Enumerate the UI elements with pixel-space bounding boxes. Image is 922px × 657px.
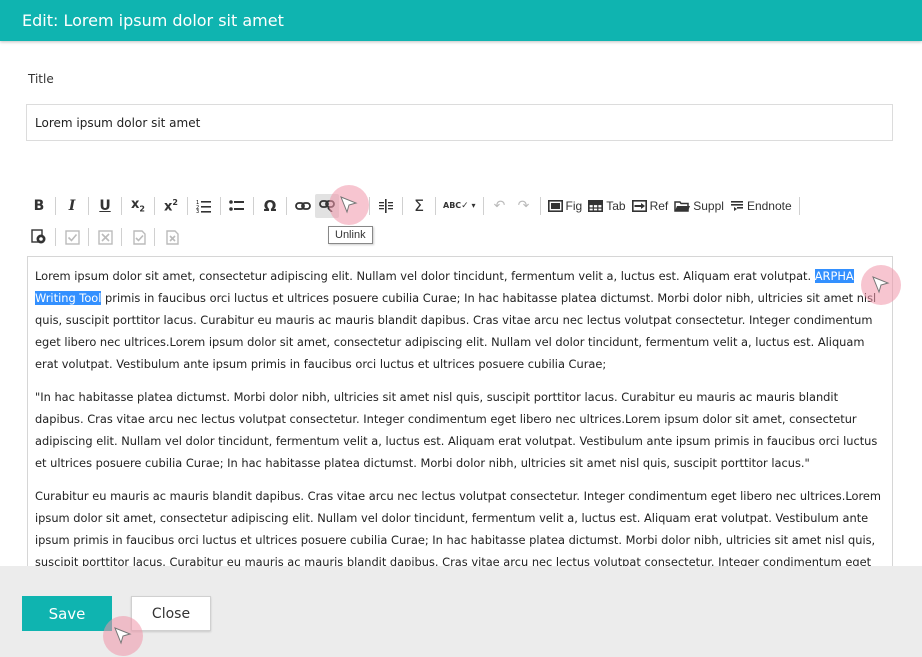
special-character-button[interactable]: Ω <box>258 194 282 218</box>
toolbar-separator <box>435 197 436 215</box>
undo-button[interactable]: ↶ <box>488 194 512 218</box>
spellcheck-button[interactable]: ABC✓ ▾ <box>440 194 479 218</box>
unlink-tooltip: Unlink <box>328 226 373 244</box>
omega-icon: Ω <box>263 196 277 215</box>
suppl-label: Suppl <box>693 199 724 213</box>
endnote-icon <box>730 201 743 211</box>
underline-button[interactable]: U <box>93 194 117 218</box>
toolbar-row-1: B I U x2 x2 123 Ω Σ ABC✓ ▾ ↶ ↷ Fig Tab R… <box>27 193 804 219</box>
toolbar-separator <box>88 228 89 246</box>
subscript-button[interactable]: x2 <box>126 194 150 218</box>
save-button[interactable]: Save <box>22 596 112 631</box>
bold-icon: B <box>33 198 45 214</box>
table-icon <box>588 200 604 212</box>
fig-label: Fig <box>565 199 583 213</box>
editor-paragraph: "In hac habitasse platea dictumst. Morbi… <box>35 390 878 470</box>
track-changes-icon <box>31 229 46 244</box>
accept-change-button[interactable] <box>60 225 84 249</box>
toolbar-separator <box>88 197 89 215</box>
spellcheck-icon: ABC✓ ▾ <box>443 200 476 211</box>
toolbar-separator <box>55 228 56 246</box>
accept-icon <box>64 229 80 245</box>
cursor-arrow-icon <box>114 627 132 645</box>
reference-icon <box>631 200 647 212</box>
undo-icon: ↶ <box>493 198 506 214</box>
insert-table-button[interactable]: Tab <box>585 194 628 218</box>
reject-all-button[interactable] <box>159 225 183 249</box>
redo-button[interactable]: ↷ <box>512 194 536 218</box>
image-icon <box>547 200 563 212</box>
redo-icon: ↷ <box>517 198 530 214</box>
insert-figure-button[interactable]: Fig <box>545 194 586 218</box>
dialog-title: Edit: Lorem ipsum dolor sit amet <box>22 11 284 30</box>
editor-paragraph: Lorem ipsum dolor sit amet, consectetur … <box>35 265 885 375</box>
insert-endnote-button[interactable]: Endnote <box>727 194 795 218</box>
toolbar-separator <box>220 197 221 215</box>
ref-label: Ref <box>649 199 669 213</box>
split-cursor-button[interactable] <box>374 194 398 218</box>
insert-reference-button[interactable]: Ref <box>629 194 672 218</box>
close-button[interactable]: Close <box>131 596 211 631</box>
cursor-arrow-icon <box>340 196 358 214</box>
toolbar-row-2 <box>27 224 183 250</box>
title-label: Title <box>28 72 54 86</box>
text-cursor-icon <box>379 199 393 213</box>
toolbar-separator <box>121 228 122 246</box>
bullet-list-button[interactable] <box>225 194 249 218</box>
toolbar-separator <box>369 197 370 215</box>
toolbar-separator <box>121 197 122 215</box>
toolbar-separator <box>402 197 403 215</box>
italic-icon: I <box>68 198 76 214</box>
toolbar-separator <box>154 197 155 215</box>
toolbar-separator <box>286 197 287 215</box>
subscript-icon: x2 <box>131 197 145 214</box>
reject-all-icon <box>165 229 179 245</box>
reject-change-button[interactable] <box>93 225 117 249</box>
link-button[interactable] <box>291 194 315 218</box>
superscript-button[interactable]: x2 <box>159 194 183 218</box>
italic-button[interactable]: I <box>60 194 84 218</box>
title-input[interactable] <box>26 104 893 141</box>
endnote-label: Endnote <box>746 199 792 213</box>
underline-icon: U <box>99 198 111 214</box>
toolbar-separator <box>187 197 188 215</box>
superscript-icon: x2 <box>164 197 178 215</box>
accept-all-button[interactable] <box>126 225 150 249</box>
toolbar-separator <box>482 197 484 215</box>
dialog-header: Edit: Lorem ipsum dolor sit amet <box>0 0 922 41</box>
sigma-icon: Σ <box>413 196 425 215</box>
toolbar-separator <box>55 197 56 215</box>
cursor-indicator <box>103 616 143 656</box>
cursor-arrow-icon <box>872 276 890 294</box>
svg-text:3: 3 <box>196 209 199 213</box>
insert-supplementary-button[interactable]: Suppl <box>671 194 727 218</box>
paragraph-text: Lorem ipsum dolor sit amet, consectetur … <box>35 269 815 283</box>
cursor-indicator <box>329 185 369 225</box>
folder-icon <box>674 201 691 212</box>
numbered-list-icon: 123 <box>196 200 211 213</box>
link-icon <box>295 202 311 210</box>
toolbar-separator <box>154 228 155 246</box>
toolbar-separator <box>798 197 800 215</box>
numbered-list-button[interactable]: 123 <box>192 194 216 218</box>
editor-paragraph: Curabitur eu mauris ac mauris blandit da… <box>35 489 882 568</box>
tab-label: Tab <box>606 199 626 213</box>
rich-text-editor[interactable]: Lorem ipsum dolor sit amet, consectetur … <box>27 256 893 568</box>
toolbar-separator <box>539 197 541 215</box>
cursor-indicator <box>861 265 901 305</box>
editor-toolbar: B I U x2 x2 123 Ω Σ ABC✓ ▾ ↶ ↷ Fig Tab R… <box>27 193 893 251</box>
toolbar-separator <box>253 197 254 215</box>
bold-button[interactable]: B <box>27 194 51 218</box>
bullet-list-icon <box>229 200 244 211</box>
reject-icon <box>97 229 113 245</box>
track-changes-button[interactable] <box>27 225 51 249</box>
formula-button[interactable]: Σ <box>407 194 431 218</box>
paragraph-text: primis in faucibus orci luctus et ultric… <box>35 291 877 371</box>
accept-all-icon <box>132 229 146 245</box>
